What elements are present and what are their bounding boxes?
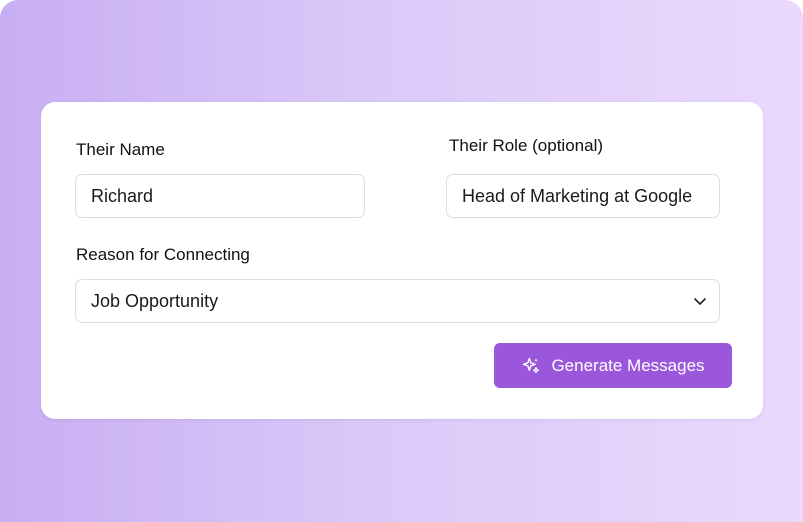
- chevron-down-icon: [694, 298, 706, 305]
- role-field[interactable]: Head of Marketing at Google: [446, 174, 720, 218]
- connection-form-card: Their Name Richard Their Role (optional)…: [41, 102, 763, 419]
- page-background: Their Name Richard Their Role (optional)…: [0, 0, 803, 522]
- reason-label: Reason for Connecting: [76, 245, 250, 264]
- sparkles-icon: [523, 357, 540, 373]
- name-value: Richard: [91, 185, 154, 206]
- name-label: Their Name: [76, 140, 165, 159]
- role-value: Head of Marketing at Google: [462, 185, 693, 206]
- role-label: Their Role (optional): [449, 136, 604, 155]
- reason-select[interactable]: Job Opportunity: [75, 279, 720, 323]
- reason-value: Job Opportunity: [91, 290, 219, 311]
- generate-messages-label: Generate Messages: [551, 355, 705, 375]
- generate-messages-button[interactable]: Generate Messages: [494, 343, 732, 388]
- name-field[interactable]: Richard: [75, 174, 365, 218]
